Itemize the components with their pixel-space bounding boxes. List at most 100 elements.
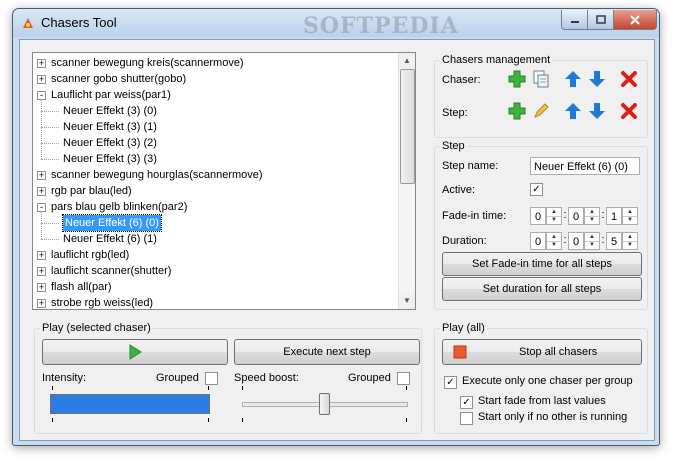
close-button[interactable] xyxy=(613,10,657,30)
tree-connector xyxy=(41,99,42,159)
tree-connector xyxy=(41,143,59,144)
add-chaser-button[interactable] xyxy=(506,68,528,90)
duration-label: Duration: xyxy=(442,235,487,247)
arrow-down-icon xyxy=(589,71,605,87)
play-all-title: Play (all) xyxy=(440,322,487,334)
chaser-label: Chaser: xyxy=(442,74,481,86)
plus-icon xyxy=(508,70,526,88)
intensity-fill xyxy=(51,395,209,413)
speed-grouped-checkbox[interactable] xyxy=(397,372,410,385)
duration-seconds[interactable]: 5 xyxy=(606,232,622,250)
execute-next-step-button[interactable]: Execute next step xyxy=(234,339,420,365)
tree-item-label: rgb par blau(led) xyxy=(51,185,132,197)
active-checkbox[interactable]: ✓ xyxy=(530,183,543,196)
move-step-up-button[interactable] xyxy=(562,100,584,122)
stop-all-chasers-button[interactable]: Stop all chasers xyxy=(442,339,642,365)
fade-in-hours-spinner[interactable]: ▲ ▼ xyxy=(546,207,562,225)
scroll-up-arrow-icon[interactable]: ▲ xyxy=(399,53,415,69)
fade-in-minutes-spinner[interactable]: ▲ ▼ xyxy=(584,207,600,225)
start-fade-checkbox[interactable]: ✓ xyxy=(460,396,473,409)
tree-item-label: scanner bewegung hourglas(scannermove) xyxy=(51,169,263,181)
minimize-button[interactable] xyxy=(561,10,588,30)
title-bar[interactable]: Chasers Tool SOFTPEDIA xyxy=(13,9,659,39)
fade-in-seconds-spinner[interactable]: ▲ ▼ xyxy=(622,207,638,225)
execute-one-checkbox[interactable]: ✓ xyxy=(444,376,457,389)
fade-in-seconds[interactable]: 1 xyxy=(606,207,622,225)
set-duration-all-button[interactable]: Set duration for all steps xyxy=(442,277,642,301)
play-icon xyxy=(129,344,142,360)
move-step-down-button[interactable] xyxy=(586,100,608,122)
pencil-icon xyxy=(534,103,549,118)
edit-step-button[interactable] xyxy=(530,100,552,122)
intensity-track xyxy=(50,394,210,414)
duration-hours-spinner[interactable]: ▲ ▼ xyxy=(546,232,562,250)
tree-connector xyxy=(41,159,59,160)
stop-icon xyxy=(453,345,467,359)
fade-in-minutes[interactable]: 0 xyxy=(568,207,584,225)
tree-scrollbar[interactable]: ▲ ▼ xyxy=(398,53,415,309)
duration-hours[interactable]: 0 xyxy=(530,232,546,250)
intensity-label: Intensity: xyxy=(42,372,87,384)
tree-connector xyxy=(41,239,59,240)
tree-item-label: Neuer Effekt (3) (0) xyxy=(63,105,157,117)
duration-seconds-spinner[interactable]: ▲ ▼ xyxy=(622,232,638,250)
step-label: Step: xyxy=(442,107,468,119)
copy-icon xyxy=(533,70,549,88)
client-area: + scanner bewegung kreis(scannermove) + sca… xyxy=(19,39,655,441)
tree-connector xyxy=(41,127,59,128)
intensity-slider[interactable] xyxy=(42,386,218,426)
arrow-down-icon xyxy=(589,103,605,119)
start-fade-label: Start fade from last values xyxy=(478,395,606,407)
move-chaser-up-button[interactable] xyxy=(562,68,584,90)
chasers-management-title: Chasers management xyxy=(440,54,553,66)
speed-boost-slider[interactable] xyxy=(236,386,412,426)
add-step-button[interactable] xyxy=(506,100,528,122)
expand-icon[interactable]: + xyxy=(37,171,46,180)
intensity-grouped-label: Grouped xyxy=(156,372,199,384)
delete-chaser-button[interactable] xyxy=(618,68,640,90)
minimize-icon xyxy=(570,20,579,23)
step-name-input[interactable]: Neuer Effekt (6) (0) xyxy=(530,157,640,175)
expand-icon[interactable]: + xyxy=(37,299,46,308)
expand-icon[interactable]: + xyxy=(37,59,46,68)
duration-minutes[interactable]: 0 xyxy=(568,232,584,250)
delete-step-button[interactable] xyxy=(618,100,640,122)
delete-x-icon xyxy=(621,103,637,119)
app-icon xyxy=(23,18,33,28)
plus-icon xyxy=(508,102,526,120)
expand-icon[interactable]: + xyxy=(37,267,46,276)
duration-minutes-spinner[interactable]: ▲ ▼ xyxy=(584,232,600,250)
delete-x-icon xyxy=(621,71,637,87)
expand-icon[interactable]: + xyxy=(37,75,46,84)
scroll-thumb[interactable] xyxy=(400,69,415,184)
expand-icon[interactable]: + xyxy=(37,251,46,260)
tree-item-label: Neuer Effekt (3) (1) xyxy=(63,121,157,133)
move-chaser-down-button[interactable] xyxy=(586,68,608,90)
maximize-icon xyxy=(595,15,606,24)
play-button[interactable] xyxy=(42,339,228,365)
tree-connector xyxy=(41,211,42,239)
expand-icon[interactable]: + xyxy=(37,283,46,292)
softpedia-watermark: SOFTPEDIA xyxy=(303,13,459,39)
tree-item-label: Neuer Effekt (3) (2) xyxy=(63,137,157,149)
chasers-tool-window: Chasers Tool SOFTPEDIA + scanner bewegung… xyxy=(12,8,660,446)
tree-item-label: Neuer Effekt (6) (0) xyxy=(62,214,162,232)
start-only-checkbox[interactable] xyxy=(460,412,473,425)
chaser-tree[interactable]: + scanner bewegung kreis(scannermove) + sca… xyxy=(32,52,416,310)
copy-chaser-button[interactable] xyxy=(530,68,552,90)
set-fade-all-button[interactable]: Set Fade-in time for all steps xyxy=(442,252,642,276)
tree-connector xyxy=(41,111,59,112)
intensity-grouped-checkbox[interactable] xyxy=(205,372,218,385)
tree-item-label: scanner gobo shutter(gobo) xyxy=(51,73,187,85)
scroll-down-arrow-icon[interactable]: ▼ xyxy=(399,293,415,309)
tree-item-label: Lauflicht par weiss(par1) xyxy=(51,89,171,101)
expand-icon[interactable]: + xyxy=(37,187,46,196)
stop-all-label: Stop all chasers xyxy=(519,346,598,358)
play-selected-title: Play (selected chaser) xyxy=(40,322,153,334)
speed-thumb[interactable] xyxy=(319,393,330,415)
tree-item-label: lauflicht rgb(led) xyxy=(51,249,130,261)
execute-one-label: Execute only one chaser per group xyxy=(462,375,633,387)
window-title: Chasers Tool xyxy=(41,15,117,30)
maximize-button[interactable] xyxy=(587,10,614,30)
fade-in-hours[interactable]: 0 xyxy=(530,207,546,225)
